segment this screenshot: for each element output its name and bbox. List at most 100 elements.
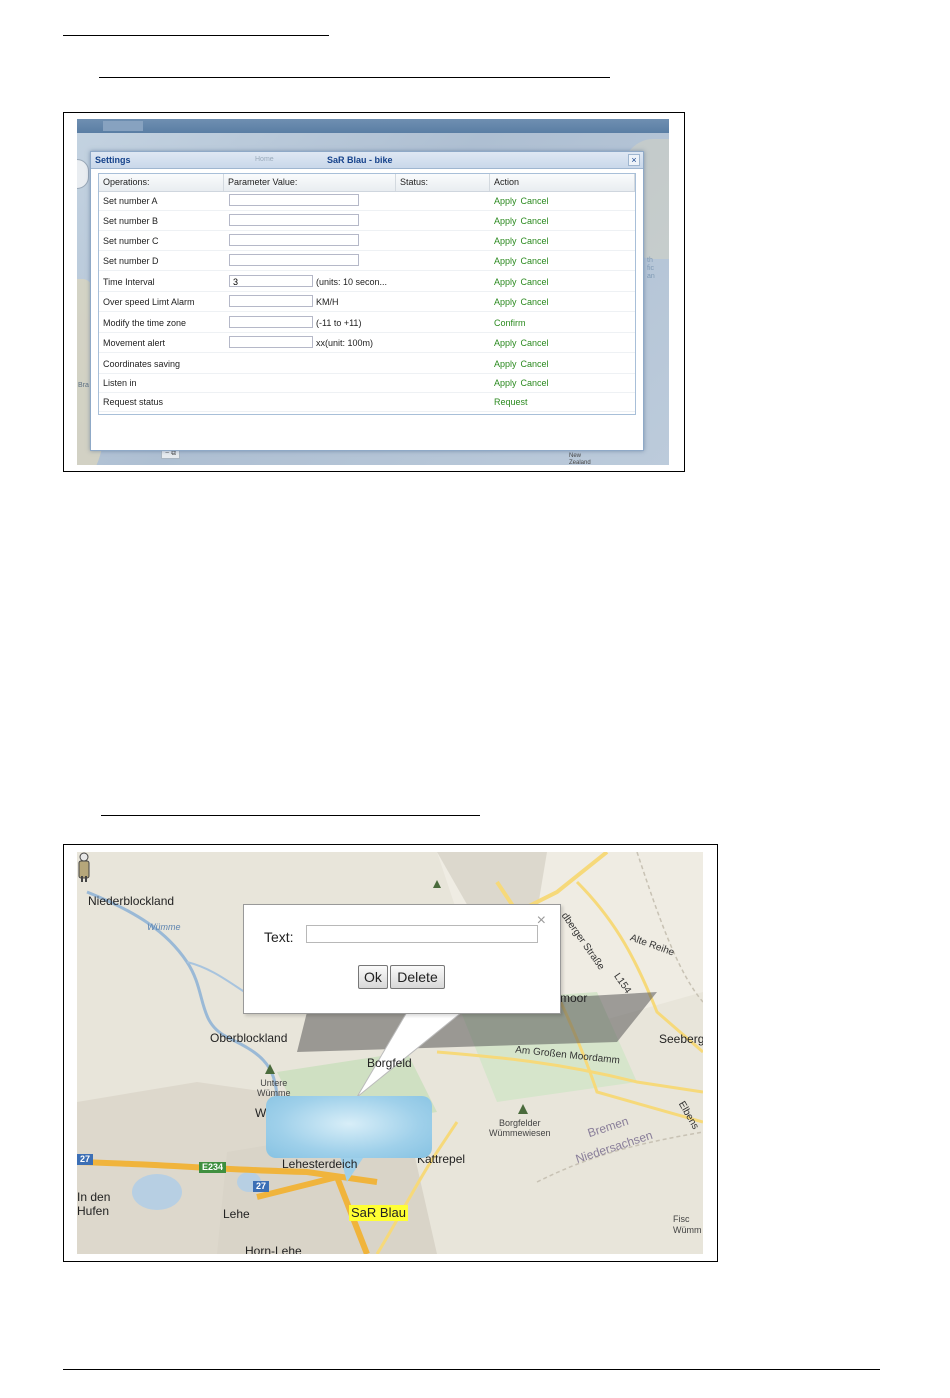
world-map-background: Bra th fic an New Zealand − ⧉ Settings H…: [77, 119, 669, 465]
parameter-unit: xx(unit: 100m): [316, 337, 374, 348]
action-cell: Confirm: [490, 313, 635, 332]
cancel-link[interactable]: Cancel: [521, 277, 549, 287]
parameter-input[interactable]: [229, 316, 313, 328]
map-label-lehe: Lehe: [223, 1207, 250, 1221]
apply-link[interactable]: Apply: [494, 297, 517, 307]
operation-label: Listen in: [103, 377, 137, 388]
cancel-link[interactable]: Cancel: [521, 297, 549, 307]
column-header-action[interactable]: Action: [490, 174, 635, 191]
settings-row: Movement alert xx(unit: 100m) Apply Cancel: [99, 333, 635, 353]
request-link[interactable]: Request: [494, 397, 528, 407]
parameter-input[interactable]: [229, 234, 359, 246]
apply-link[interactable]: Apply: [494, 216, 517, 226]
action-cell: Apply Cancel: [490, 251, 635, 270]
delete-button[interactable]: Delete: [390, 965, 445, 989]
settings-screenshot: Bra th fic an New Zealand − ⧉ Settings H…: [63, 112, 685, 472]
action-cell: Apply Cancel: [490, 292, 635, 311]
status-cell: [396, 251, 490, 270]
text-input[interactable]: [306, 925, 538, 943]
parameter-unit: (units: 10 secon...: [316, 276, 388, 287]
action-cell: Apply Cancel: [490, 191, 635, 210]
action-cell: Apply Cancel: [490, 272, 635, 291]
map-label-new-zealand: New Zealand: [569, 453, 591, 465]
street-map[interactable]: Niederblockland Wümme Oberblockland Unte…: [77, 852, 703, 1254]
map-label-borgfeld: Borgfeld: [367, 1056, 412, 1070]
operation-label: Time Interval: [103, 276, 155, 287]
info-bubble[interactable]: [266, 1096, 432, 1158]
action-cell: Apply Cancel: [490, 231, 635, 250]
cancel-link[interactable]: Cancel: [521, 359, 549, 369]
operation-label: Set number A: [103, 195, 158, 206]
action-cell: Apply Cancel: [490, 373, 635, 392]
parameter-input[interactable]: [229, 194, 359, 206]
highway-shield-e234: E234: [199, 1162, 227, 1173]
map-label-moor: moor: [560, 991, 588, 1005]
action-cell: Apply Cancel: [490, 354, 635, 373]
dialog-header: Settings Home SaR Blau - bike ×: [91, 152, 643, 169]
cancel-link[interactable]: Cancel: [521, 378, 549, 388]
settings-row: Set number C Apply Cancel: [99, 231, 635, 251]
settings-dialog: Settings Home SaR Blau - bike × Operatio…: [90, 151, 644, 451]
settings-row: Listen in Apply Cancel: [99, 373, 635, 393]
map-label-horn-lehe: Horn-Lehe: [245, 1244, 302, 1254]
parameter-input[interactable]: [229, 254, 359, 266]
apply-link[interactable]: Apply: [494, 359, 517, 369]
apply-link[interactable]: Apply: [494, 256, 517, 266]
map-label-niederblockland: Niederblockland: [88, 894, 175, 908]
close-icon[interactable]: ×: [537, 913, 546, 929]
parameter-unit: (-11 to +11): [316, 317, 362, 328]
settings-row: Time Interval 3 (units: 10 secon... Apply Ca…: [99, 272, 635, 292]
settings-row: Coordinates saving Apply Cancel: [99, 354, 635, 374]
operation-label: Request status: [103, 396, 164, 407]
status-cell: [396, 333, 490, 352]
apply-link[interactable]: Apply: [494, 196, 517, 206]
apply-link[interactable]: Apply: [494, 277, 517, 287]
cancel-link[interactable]: Cancel: [521, 216, 549, 226]
action-cell: Request: [490, 392, 635, 411]
ok-button[interactable]: Ok: [358, 965, 388, 989]
parameter-input[interactable]: [229, 214, 359, 226]
map-label-wumme: Wümme: [147, 922, 181, 932]
status-cell: [396, 373, 490, 392]
footer-rule: [63, 1369, 880, 1370]
map-label-oberblockland: Oberblockland: [210, 1031, 288, 1045]
apply-link[interactable]: Apply: [494, 236, 517, 246]
settings-row: Set number D Apply Cancel: [99, 251, 635, 271]
settings-row: Request status Request: [99, 392, 635, 412]
status-cell: [396, 211, 490, 230]
map-popup-screenshot: Niederblockland Wümme Oberblockland Unte…: [63, 844, 718, 1262]
heading-rule-1: [63, 35, 329, 36]
parameter-unit: KM/H: [316, 296, 339, 307]
cancel-link[interactable]: Cancel: [521, 196, 549, 206]
close-icon[interactable]: ×: [628, 154, 640, 166]
dialog-ghost-text: Home: [255, 156, 274, 163]
map-label-untere-wumme: Untere Wümme: [257, 1078, 291, 1098]
map-label-borgfelder-wummewiesen: Borgfelder Wümmewiesen: [489, 1118, 551, 1138]
apply-link[interactable]: Apply: [494, 378, 517, 388]
dialog-title: Settings: [95, 155, 131, 165]
confirm-link[interactable]: Confirm: [494, 318, 526, 328]
heading-rule-2: [99, 77, 610, 78]
text-popup: × Text: Ok Delete: [243, 904, 561, 1014]
cancel-link[interactable]: Cancel: [521, 338, 549, 348]
action-cell: Apply Cancel: [490, 211, 635, 230]
cancel-link[interactable]: Cancel: [521, 236, 549, 246]
map-toolbar: [77, 119, 669, 133]
cancel-link[interactable]: Cancel: [521, 256, 549, 266]
parameter-input[interactable]: [229, 336, 313, 348]
column-header-operations[interactable]: Operations:: [99, 174, 224, 191]
highway-shield-27-mid: 27: [253, 1181, 270, 1192]
operation-label: Over speed Limt Alarm: [103, 296, 195, 307]
dialog-subtitle: SaR Blau - bike: [327, 155, 393, 165]
parameter-input[interactable]: [229, 295, 313, 307]
column-header-parameter-value[interactable]: Parameter Value:: [224, 174, 396, 191]
action-cell: Apply Cancel: [490, 333, 635, 352]
map-label-in-den-hufen: In den Hufen: [77, 1190, 111, 1218]
status-cell: [396, 191, 490, 210]
person-marker-icon[interactable]: [77, 852, 91, 882]
apply-link[interactable]: Apply: [494, 338, 517, 348]
parameter-input[interactable]: 3: [229, 275, 313, 287]
settings-grid: Operations: Parameter Value: Status: Act…: [98, 173, 636, 415]
column-header-status[interactable]: Status:: [396, 174, 490, 191]
map-label-left: Bra: [78, 382, 89, 389]
